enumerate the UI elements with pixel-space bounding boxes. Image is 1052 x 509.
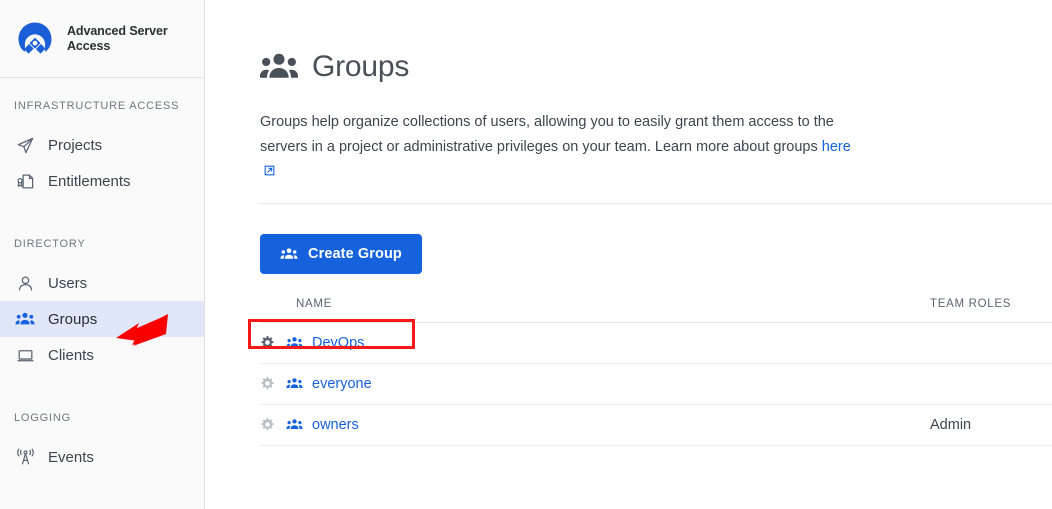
sidebar-item-projects[interactable]: Projects [0,127,204,163]
table-row[interactable]: owners Admin [260,404,1052,445]
sidebar-item-label: Groups [48,311,97,328]
paper-plane-icon [14,134,36,156]
team-role-cell [930,363,1052,404]
table-row[interactable]: everyone [260,363,1052,404]
sidebar-item-entitlements[interactable]: Entitlements [0,163,204,199]
team-role-cell [930,322,1052,363]
table-header-row: NAME TEAM ROLES [260,298,1052,323]
group-people-icon [286,375,303,392]
sidebar-item-clients[interactable]: Clients [0,337,204,373]
app-root: Advanced Server Access INFRASTRUCTURE AC… [0,0,1052,509]
group-name-link[interactable]: owners [312,417,359,433]
group-name-link[interactable]: DevOps [312,335,364,351]
groups-table-body: DevOps [260,322,1052,445]
groups-table: NAME TEAM ROLES [260,298,1052,446]
sidebar-section-label-directory: DIRECTORY [0,238,204,250]
section-divider [260,203,1052,204]
main-content: Groups Groups help organize collections … [205,0,1052,509]
learn-more-link[interactable]: here [822,139,851,155]
group-people-icon [286,416,303,433]
create-group-button[interactable]: Create Group [260,234,422,274]
brand-name: Advanced Server Access [67,24,182,54]
column-header-name: NAME [260,298,930,323]
gear-icon[interactable] [260,335,275,350]
external-link-icon[interactable] [263,161,276,186]
group-name-cell: everyone [260,363,930,404]
group-name-link[interactable]: everyone [312,376,372,392]
groups-table-head: NAME TEAM ROLES [260,298,1052,323]
group-people-icon [14,308,36,330]
page-description: Groups help organize collections of user… [260,110,865,186]
badge-document-icon [14,170,36,192]
sidebar: Advanced Server Access INFRASTRUCTURE AC… [0,0,205,509]
sidebar-section-label-logging: LOGGING [0,412,204,424]
page-description-text: Groups help organize collections of user… [260,114,834,155]
sidebar-item-users[interactable]: Users [0,265,204,301]
group-name-cell: owners [260,404,930,445]
broadcast-tower-icon [14,446,36,468]
page-title: Groups [312,50,409,84]
group-name-cell: DevOps [260,322,930,363]
gear-icon[interactable] [260,417,275,432]
page-header: Groups [260,48,1052,86]
sidebar-item-label: Projects [48,137,102,154]
user-icon [14,272,36,294]
laptop-icon [14,344,36,366]
sidebar-item-label: Clients [48,347,94,364]
create-group-button-label: Create Group [308,246,402,262]
column-header-team-roles: TEAM ROLES [930,298,1052,323]
sidebar-item-label: Users [48,275,87,292]
sidebar-item-label: Events [48,449,94,466]
group-people-icon [286,334,303,351]
gear-icon[interactable] [260,376,275,391]
table-row[interactable]: DevOps [260,322,1052,363]
sidebar-item-groups[interactable]: Groups [0,301,204,337]
brand-header[interactable]: Advanced Server Access [0,0,204,78]
team-role-cell: Admin [930,404,1052,445]
sidebar-item-label: Entitlements [48,173,131,190]
group-people-icon [280,245,298,263]
sidebar-item-events[interactable]: Events [0,439,204,475]
okta-asa-logo-icon [13,17,57,61]
sidebar-section-label-infrastructure: INFRASTRUCTURE ACCESS [0,100,204,112]
group-people-icon [260,48,298,86]
